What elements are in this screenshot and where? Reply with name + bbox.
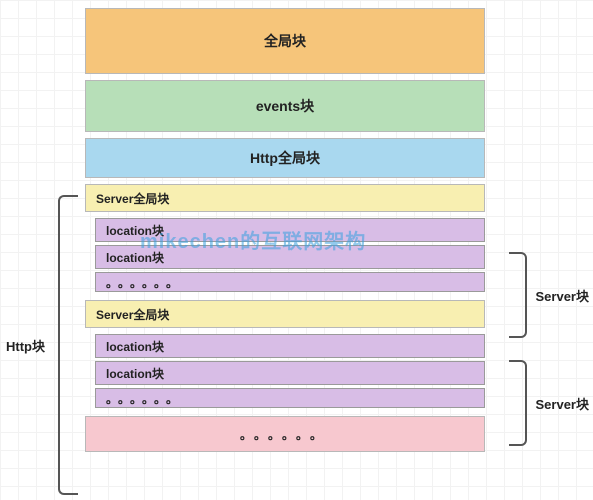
- http-more-block: 。。。。。。: [85, 416, 485, 452]
- server2-more-label: 。。。。。。: [106, 390, 184, 407]
- server1-global-block: Server全局块: [85, 184, 485, 212]
- events-block: events块: [85, 80, 485, 132]
- http-global-block-label: Http全局块: [250, 148, 320, 168]
- server-group-2: Server全局块 location块 location块 。。。。。。: [85, 300, 485, 408]
- http-more-label: 。。。。。。: [240, 426, 330, 443]
- server1-location2-block: location块: [95, 245, 485, 269]
- global-block-label: 全局块: [264, 31, 306, 51]
- server2-global-label: Server全局块: [96, 306, 169, 323]
- server2-global-block: Server全局块: [85, 300, 485, 328]
- server1-global-label: Server全局块: [96, 190, 169, 207]
- server2-location1-block: location块: [95, 334, 485, 358]
- http-global-block: Http全局块: [85, 138, 485, 178]
- global-block: 全局块: [85, 8, 485, 74]
- server1-location1-label: location块: [106, 222, 164, 239]
- server1-location2-label: location块: [106, 249, 164, 266]
- server1-more-block: 。。。。。。: [95, 272, 485, 292]
- events-block-label: events块: [256, 96, 314, 116]
- http-bracket-label: Http块: [6, 336, 45, 355]
- server1-bracket: [509, 252, 527, 338]
- server2-location1-label: location块: [106, 338, 164, 355]
- server2-more-block: 。。。。。。: [95, 388, 485, 408]
- server2-location2-block: location块: [95, 361, 485, 385]
- server1-more-label: 。。。。。。: [106, 274, 184, 291]
- server1-bracket-label: Server块: [536, 286, 589, 305]
- http-bracket: [58, 195, 78, 495]
- server-group-1: Server全局块 location块 location块 。。。。。。: [85, 184, 485, 292]
- server1-location1-block: location块: [95, 218, 485, 242]
- server2-location2-label: location块: [106, 365, 164, 382]
- diagram-stage: 全局块 events块 Http全局块 Server全局块 location块 …: [85, 8, 485, 458]
- server2-bracket: [509, 360, 527, 446]
- server2-bracket-label: Server块: [536, 394, 589, 413]
